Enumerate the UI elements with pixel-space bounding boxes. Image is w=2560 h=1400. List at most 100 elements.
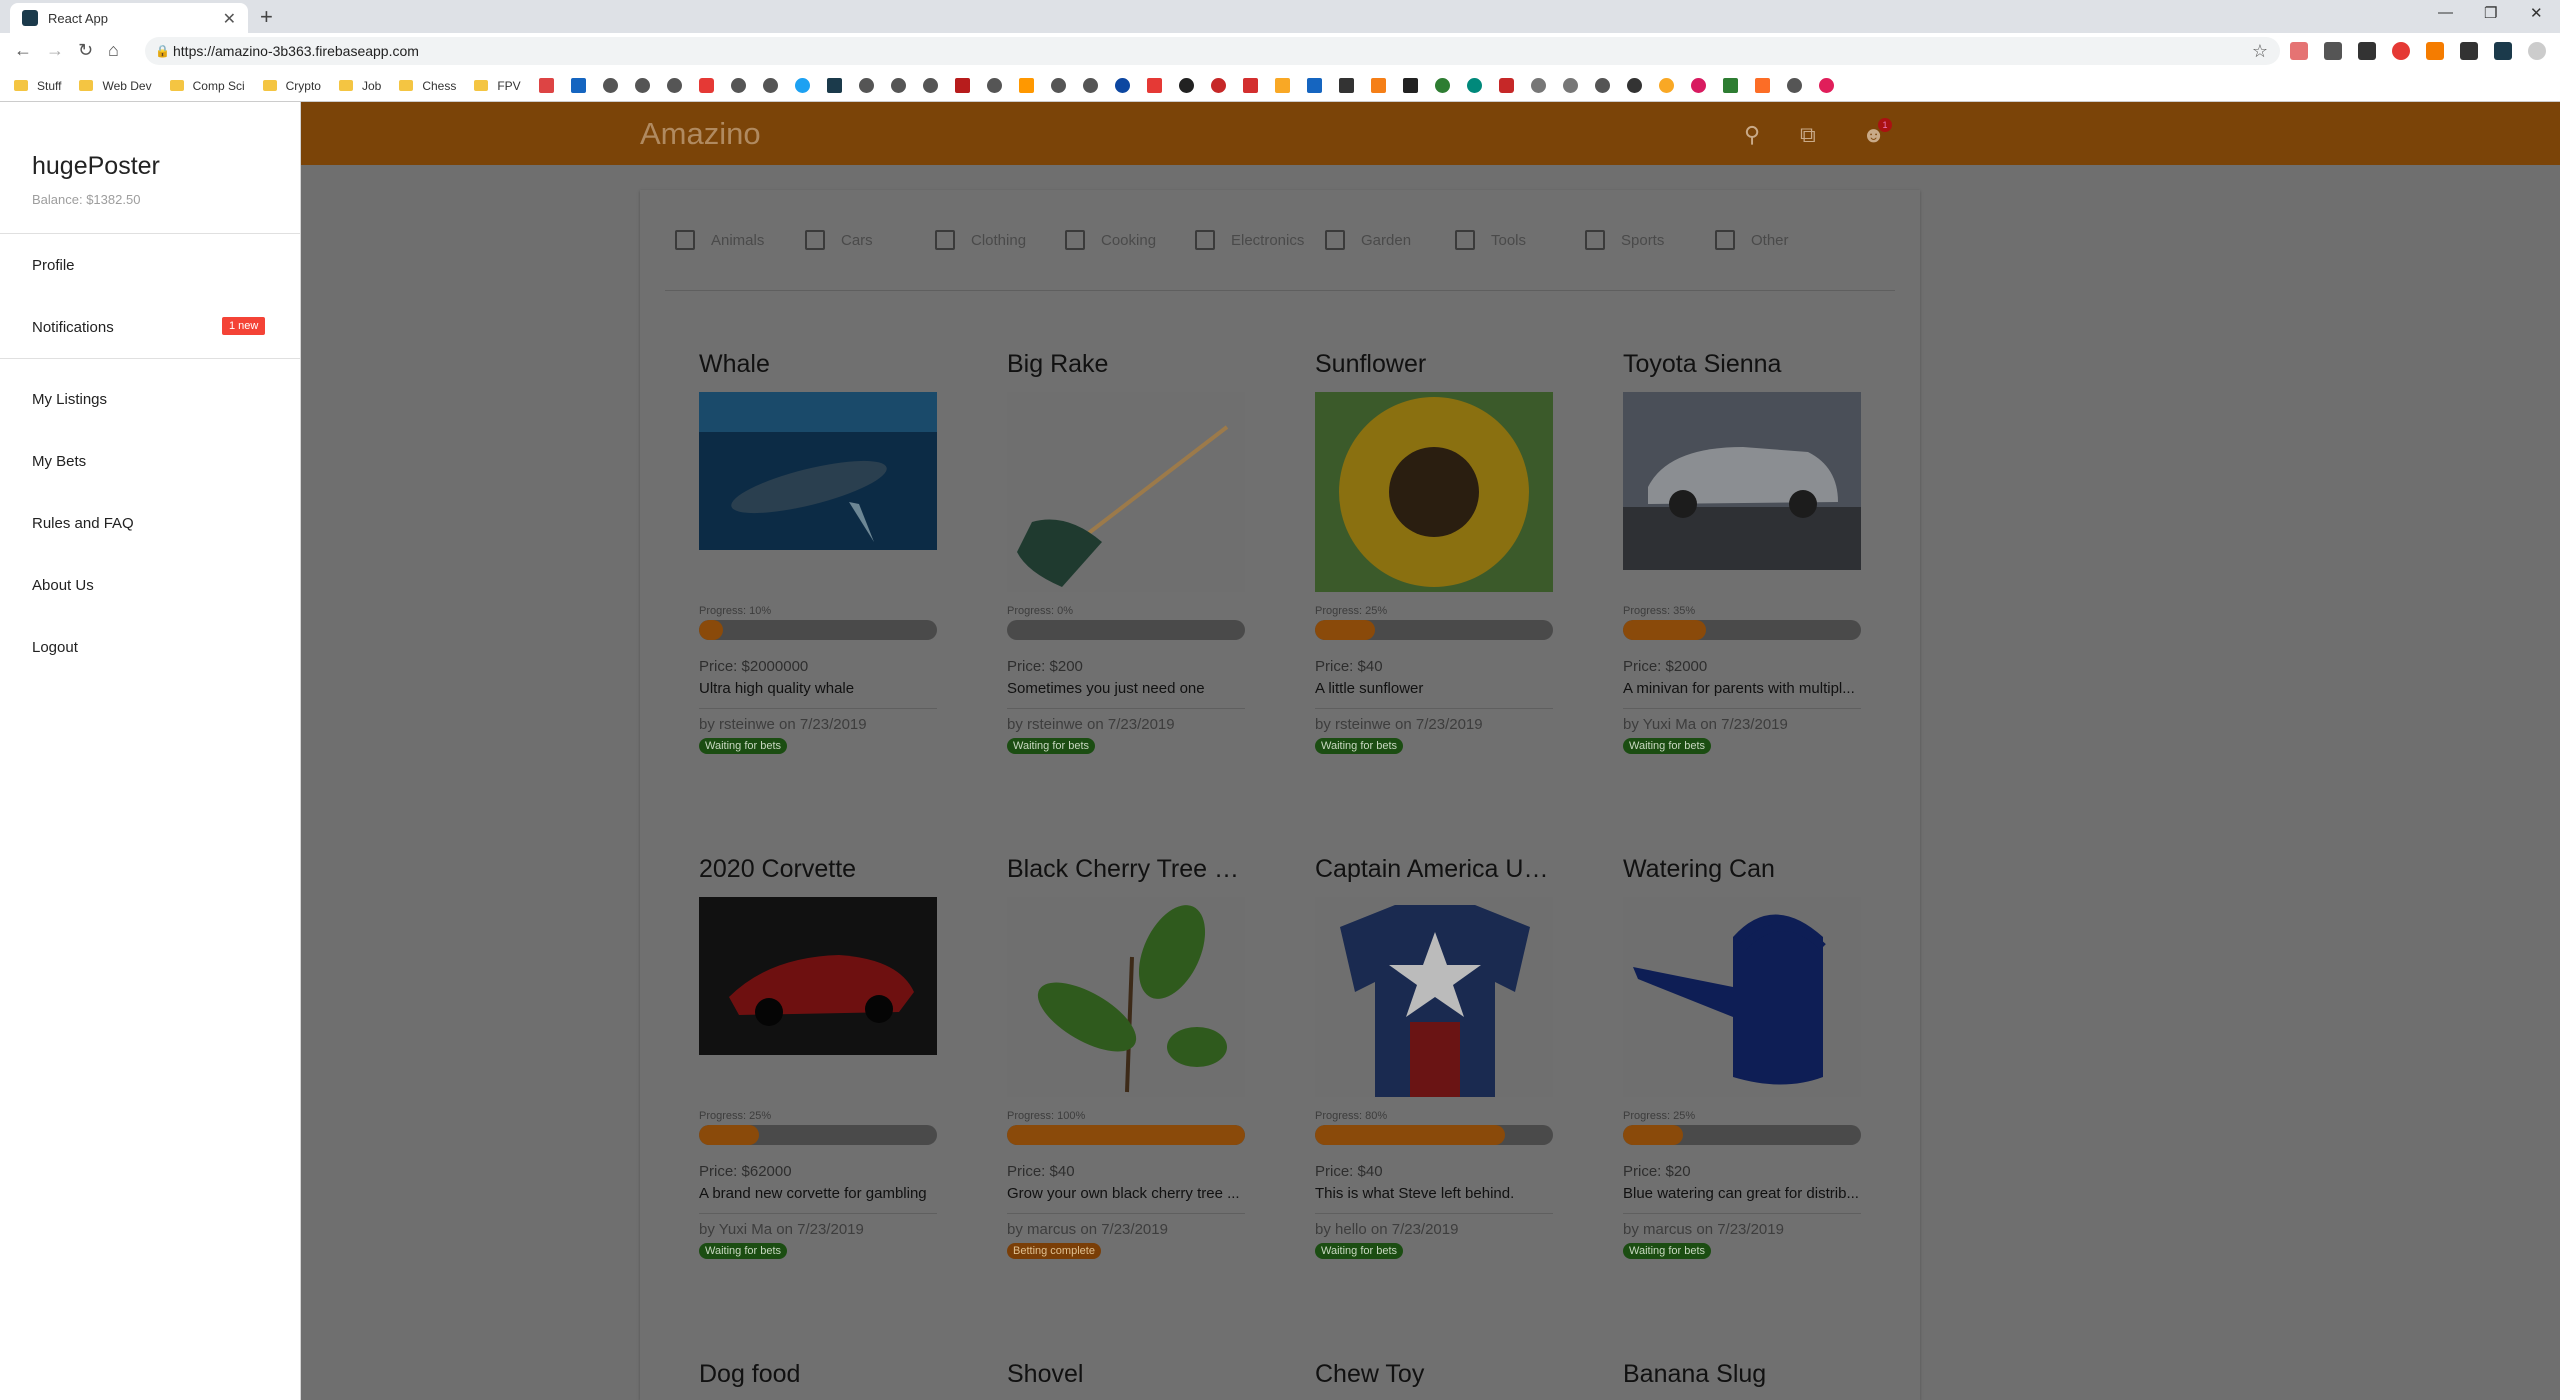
listing-card[interactable]: Chew Toy (1315, 1360, 1555, 1389)
filter-electronics[interactable]: Electronics (1195, 230, 1304, 250)
checkbox-icon[interactable] (675, 230, 695, 250)
bookmark-folder[interactable]: Web Dev (79, 79, 152, 93)
bookmark-icon[interactable] (1562, 78, 1578, 93)
browser-tab[interactable]: React App ✕ (10, 3, 248, 33)
bookmark-icon[interactable] (1178, 78, 1194, 93)
listing-photo[interactable] (1623, 897, 1861, 1097)
globe-icon[interactable] (1050, 78, 1066, 93)
bookmark-icon[interactable] (1242, 78, 1258, 93)
add-listing-icon[interactable]: ⧉ (1800, 122, 1816, 148)
bookmark-folder[interactable]: Chess (399, 79, 456, 93)
drawer-item-my-listings[interactable]: My Listings (32, 391, 107, 408)
bookmark-icon[interactable] (1370, 78, 1386, 93)
checkbox-icon[interactable] (1715, 230, 1735, 250)
amazon-icon[interactable] (1018, 78, 1034, 93)
drawer-item-my-bets[interactable]: My Bets (32, 453, 86, 470)
listing-photo[interactable] (699, 392, 937, 550)
globe-icon[interactable] (1082, 78, 1098, 93)
bookmark-folder[interactable]: Job (338, 79, 381, 93)
forward-icon[interactable]: → (46, 40, 64, 61)
filter-tools[interactable]: Tools (1455, 230, 1526, 250)
bookmark-folder[interactable]: Stuff (14, 79, 61, 93)
youtube-icon[interactable] (698, 78, 714, 93)
listing-photo[interactable] (1315, 897, 1553, 1097)
bookmark-icon[interactable] (1210, 78, 1226, 93)
listing-card[interactable]: Black Cherry Tree Sa... Progress: 100% P… (1007, 855, 1247, 1259)
globe-icon[interactable] (858, 78, 874, 93)
listing-card[interactable]: Sunflower Progress: 25% Price: $40 A lit… (1315, 350, 1555, 754)
listing-card[interactable]: Captain America Un... Progress: 80% Pric… (1315, 855, 1555, 1259)
bookmark-icon[interactable] (1306, 78, 1322, 93)
globe-icon[interactable] (762, 78, 778, 93)
drawer-item-about[interactable]: About Us (32, 577, 94, 594)
home-icon[interactable]: ⌂ (108, 40, 119, 61)
globe-icon[interactable] (890, 78, 906, 93)
checkbox-icon[interactable] (935, 230, 955, 250)
bookmark-icon[interactable] (826, 78, 842, 93)
listing-photo[interactable] (699, 897, 937, 1055)
minimize-icon[interactable]: — (2438, 4, 2453, 21)
drawer-item-rules[interactable]: Rules and FAQ (32, 515, 134, 532)
listing-title[interactable]: 2020 Corvette (699, 855, 939, 884)
listing-card[interactable]: Whale Progress: 10% Price: $2000000 Ultr… (699, 350, 939, 754)
checkbox-icon[interactable] (1065, 230, 1085, 250)
back-icon[interactable]: ← (14, 40, 32, 61)
extension-icon[interactable] (2392, 42, 2410, 60)
bookmark-icon[interactable] (1530, 78, 1546, 93)
checkbox-icon[interactable] (805, 230, 825, 250)
filter-sports[interactable]: Sports (1585, 230, 1664, 250)
bookmark-icon[interactable] (954, 78, 970, 93)
listing-photo[interactable] (1007, 392, 1245, 592)
netflix-icon[interactable] (1146, 78, 1162, 93)
bookmark-icon[interactable] (1498, 78, 1514, 93)
globe-icon[interactable] (666, 78, 682, 93)
globe-icon[interactable] (602, 78, 618, 93)
search-icon[interactable]: ⚲ (1744, 122, 1760, 148)
checkbox-icon[interactable] (1455, 230, 1475, 250)
filter-other[interactable]: Other (1715, 230, 1789, 250)
bookmark-folder[interactable]: FPV (474, 79, 521, 93)
extension-icon[interactable] (2324, 42, 2342, 60)
headphones-icon[interactable] (1626, 78, 1642, 93)
checkbox-icon[interactable] (1325, 230, 1345, 250)
filter-animals[interactable]: Animals (675, 230, 764, 250)
window-close-icon[interactable]: ✕ (2530, 4, 2543, 22)
profile-avatar-icon[interactable] (2528, 42, 2546, 60)
listing-title[interactable]: Captain America Un... (1315, 855, 1555, 884)
checkbox-icon[interactable] (1195, 230, 1215, 250)
bookmark-icon[interactable] (1274, 78, 1290, 93)
bookmark-icon[interactable] (1658, 78, 1674, 93)
extension-icon[interactable] (2460, 42, 2478, 60)
listing-card[interactable]: Toyota Sienna Progress: 35% Price: $2000… (1623, 350, 1863, 754)
restore-icon[interactable]: ❐ (2484, 4, 2497, 22)
listing-card[interactable]: Shovel (1007, 1360, 1247, 1389)
reload-icon[interactable]: ↻ (78, 40, 93, 61)
globe-icon[interactable] (922, 78, 938, 93)
twitter-icon[interactable] (794, 78, 810, 93)
listing-card[interactable]: 2020 Corvette Progress: 25% Price: $6200… (699, 855, 939, 1259)
listing-photo[interactable] (1315, 392, 1553, 592)
filter-clothing[interactable]: Clothing (935, 230, 1026, 250)
extension-icon[interactable] (2494, 42, 2512, 60)
gitlab-icon[interactable] (1754, 78, 1770, 93)
filter-cooking[interactable]: Cooking (1065, 230, 1156, 250)
slack-icon[interactable] (1818, 78, 1834, 93)
listing-title[interactable]: Big Rake (1007, 350, 1247, 379)
listing-title[interactable]: Whale (699, 350, 939, 379)
globe-icon[interactable] (986, 78, 1002, 93)
listing-title[interactable]: Toyota Sienna (1623, 350, 1863, 379)
filter-garden[interactable]: Garden (1325, 230, 1411, 250)
drawer-item-notifications[interactable]: Notifications (32, 319, 114, 336)
globe-icon[interactable] (634, 78, 650, 93)
filter-cars[interactable]: Cars (805, 230, 873, 250)
bookmark-icon[interactable] (1466, 78, 1482, 93)
drawer-item-logout[interactable]: Logout (32, 639, 78, 656)
gmail-icon[interactable] (538, 78, 554, 93)
bookmark-icon[interactable] (1722, 78, 1738, 93)
new-tab-button[interactable]: + (260, 4, 273, 30)
bookmark-icon[interactable] (1402, 78, 1418, 93)
listing-title[interactable]: Shovel (1007, 1360, 1247, 1389)
listing-title[interactable]: Black Cherry Tree Sa... (1007, 855, 1247, 884)
listing-card[interactable]: Dog food (699, 1360, 939, 1389)
listing-title[interactable]: Sunflower (1315, 350, 1555, 379)
